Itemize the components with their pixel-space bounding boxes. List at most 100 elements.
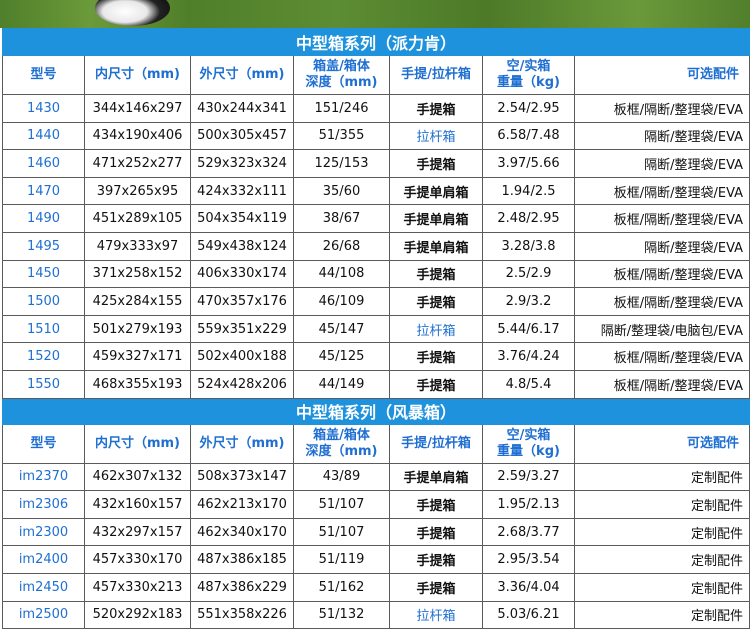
weight-cell: 3.97/5.66 xyxy=(482,149,575,178)
depth-cell: 151/246 xyxy=(293,94,390,123)
header-inner-size: 内尺寸（mm) xyxy=(84,55,191,95)
weight-cell: 2.54/2.95 xyxy=(482,94,575,123)
table-row: im2400 457x330x170 487x386x185 51/119 手提箱 2.9… xyxy=(2,545,750,574)
header-carry-type: 手提/拉杆箱 xyxy=(389,55,483,95)
options-cell: 板框/隔断/整理袋/EVA xyxy=(573,342,750,371)
depth-cell: 45/147 xyxy=(293,314,390,344)
table-row: 1430 344x146x297 430x244x341 151/246 手提箱 2.54… xyxy=(2,94,750,123)
table-row: im2500 520x292x183 551x358x226 51/132 拉杆箱 5.0… xyxy=(2,600,750,630)
depth-cell: 51/355 xyxy=(293,121,390,151)
model-cell: 1510 xyxy=(2,314,85,344)
weight-cell: 5.44/6.17 xyxy=(482,314,575,344)
inner-size-cell: 501x279x193 xyxy=(84,314,191,344)
model-cell: 1490 xyxy=(2,204,85,233)
model-cell: 1430 xyxy=(2,94,85,123)
header-model-label: 型号 xyxy=(30,435,57,451)
options-cell: 板框/隔断/整理袋/EVA xyxy=(573,369,750,399)
weight-cell: 3.36/4.04 xyxy=(482,572,575,602)
depth-cell: 44/149 xyxy=(293,369,390,399)
section2-header-row: 型号 内尺寸（mm) 外尺寸（mm) 箱盖/箱体 深度（mm) 手提/拉杆箱 空/实箱 重量（… xyxy=(2,423,750,464)
carry-type-cell: 手提单肩箱 xyxy=(389,231,483,261)
depth-cell: 51/119 xyxy=(293,545,390,574)
weight-cell: 2.95/3.54 xyxy=(482,545,575,574)
table-row: 1490 451x289x105 504x354x119 38/67 手提单肩箱 2.48… xyxy=(2,204,750,233)
depth-cell: 51/132 xyxy=(293,600,390,630)
weight-cell: 1.95/2.13 xyxy=(482,490,575,519)
model-cell: im2400 xyxy=(2,545,85,574)
weight-cell: 3.76/4.24 xyxy=(482,342,575,371)
model-cell: im2300 xyxy=(2,517,85,547)
carry-type-cell: 手提箱 xyxy=(389,259,483,289)
header-carry-type: 手提/拉杆箱 xyxy=(389,423,483,464)
section1-header-row: 型号 内尺寸（mm) 外尺寸（mm) 箱盖/箱体 深度（mm) 手提/拉杆箱 空/实箱 重量（… xyxy=(2,55,750,95)
section-title: 中型箱系列（派力肯） xyxy=(1,28,750,56)
model-cell: 1460 xyxy=(2,149,85,178)
options-cell: 定制配件 xyxy=(573,600,750,630)
options-cell: 板框/隔断/整理袋/EVA xyxy=(573,259,750,289)
inner-size-cell: 520x292x183 xyxy=(84,600,191,630)
inner-size-cell: 468x355x193 xyxy=(84,369,191,399)
outer-size-cell: 424x332x111 xyxy=(190,176,294,206)
header-options-label: 可选配件 xyxy=(687,67,740,82)
inner-size-cell: 457x330x170 xyxy=(84,545,191,574)
table-row: 1510 501x279x193 559x351x229 45/147 拉杆箱 5.44/… xyxy=(2,314,750,344)
carry-type-cell: 手提箱 xyxy=(389,545,483,574)
carry-type-cell: 手提单肩箱 xyxy=(389,176,483,206)
options-cell: 定制配件 xyxy=(573,490,750,519)
spec-sheet: 中型箱系列（派力肯） 型号 内尺寸（mm) 外尺寸（mm) 箱盖/箱体 深度（mm) 手提/… xyxy=(1,28,750,630)
header-carry-type-label: 手提/拉杆箱 xyxy=(401,67,471,82)
header-depth: 箱盖/箱体 深度（mm) xyxy=(293,55,390,95)
options-cell: 板框/隔断/整理袋/EVA xyxy=(573,204,750,233)
outer-size-cell: 462x340x170 xyxy=(190,517,294,547)
header-inner-size: 内尺寸（mm) xyxy=(84,423,191,464)
header-weight-line1: 空/实箱 xyxy=(506,427,551,443)
table-row: 1440 434x190x406 500x305x457 51/355 拉杆箱 6.58/… xyxy=(2,121,750,151)
carry-type-cell: 手提箱 xyxy=(389,490,483,519)
carry-type-cell: 拉杆箱 xyxy=(389,600,483,630)
weight-cell: 2.68/3.77 xyxy=(482,517,575,547)
options-cell: 隔断/整理袋/EVA xyxy=(573,149,750,178)
outer-size-cell: 487x386x185 xyxy=(190,545,294,574)
header-depth-line2: 深度（mm) xyxy=(305,75,378,90)
model-cell: 1440 xyxy=(2,121,85,151)
inner-size-cell: 425x284x155 xyxy=(84,287,191,316)
table-row: im2370 462x307x132 508x373x147 43/89 手提单肩箱 2.… xyxy=(2,462,750,492)
carry-type-cell: 手提箱 xyxy=(389,94,483,123)
depth-cell: 45/125 xyxy=(293,342,390,371)
outer-size-cell: 549x438x124 xyxy=(190,231,294,261)
inner-size-cell: 432x160x157 xyxy=(84,490,191,519)
inner-size-cell: 457x330x213 xyxy=(84,572,191,602)
header-weight-line2: 重量（kg) xyxy=(497,443,560,459)
depth-cell: 38/67 xyxy=(293,204,390,233)
header-outer-size-label: 外尺寸（mm) xyxy=(199,435,285,451)
weight-cell: 2.9/3.2 xyxy=(482,287,575,316)
outer-size-cell: 508x373x147 xyxy=(190,462,294,492)
carry-type-cell: 拉杆箱 xyxy=(389,121,483,151)
model-cell: im2370 xyxy=(2,462,85,492)
depth-cell: 46/109 xyxy=(293,287,390,316)
depth-cell: 51/107 xyxy=(293,490,390,519)
carry-type-cell: 手提箱 xyxy=(389,342,483,371)
depth-cell: 26/68 xyxy=(293,231,390,261)
header-options-label: 可选配件 xyxy=(687,435,740,451)
table-row: 1520 459x327x171 502x400x188 45/125 手提箱 3.76/… xyxy=(2,342,750,371)
table-row: 1460 471x252x277 529x323x324 125/153 手提箱 3.97… xyxy=(2,149,750,178)
model-cell: im2500 xyxy=(2,600,85,630)
options-cell: 板框/隔断/整理袋/EVA xyxy=(573,176,750,206)
outer-size-cell: 470x357x176 xyxy=(190,287,294,316)
header-inner-size-label: 内尺寸（mm) xyxy=(94,67,181,82)
depth-cell: 51/107 xyxy=(293,517,390,547)
outer-size-cell: 500x305x457 xyxy=(190,121,294,151)
carry-type-cell: 手提箱 xyxy=(389,572,483,602)
outer-size-cell: 462x213x170 xyxy=(190,490,294,519)
weight-cell: 5.03/6.21 xyxy=(482,600,575,630)
header-outer-size: 外尺寸（mm) xyxy=(190,55,294,95)
weight-cell: 2.59/3.27 xyxy=(482,462,575,492)
model-cell: 1495 xyxy=(2,231,85,261)
depth-cell: 35/60 xyxy=(293,176,390,206)
options-cell: 板框/隔断/整理袋/EVA xyxy=(573,94,750,123)
outer-size-cell: 559x351x229 xyxy=(190,314,294,344)
header-model: 型号 xyxy=(2,55,85,95)
header-depth-line1: 箱盖/箱体 xyxy=(313,59,370,74)
model-cell: im2450 xyxy=(2,572,85,602)
